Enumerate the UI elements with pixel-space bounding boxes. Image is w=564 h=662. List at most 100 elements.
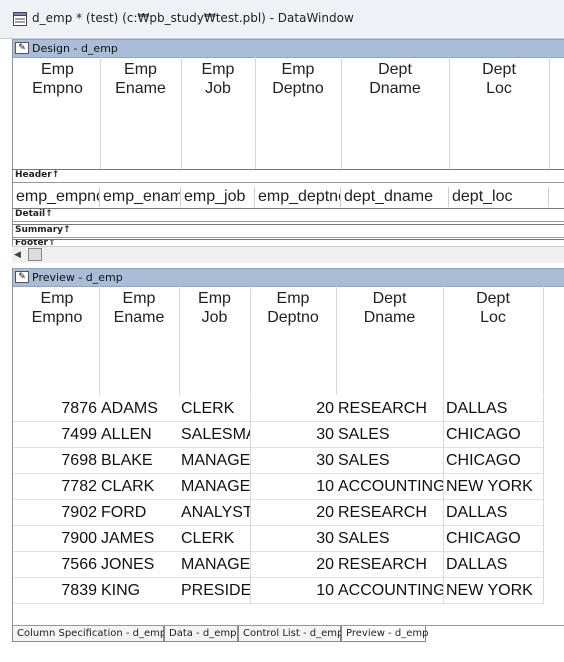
design-header-emp-empno[interactable]: Emp Empno — [15, 60, 100, 98]
detail-column-emp-empno[interactable]: emp_empno — [13, 187, 100, 207]
cell-dname[interactable]: RESEARCH — [337, 552, 443, 577]
cell-dname[interactable]: SALES — [337, 422, 443, 447]
cell-deptno[interactable]: 30 — [251, 422, 336, 447]
table-row[interactable]: 7566JONESMANAGER20RESEARCHDALLAS — [13, 552, 543, 578]
cell-job[interactable]: CLERK — [180, 526, 250, 551]
design-header-emp-deptno[interactable]: Emp Deptno — [255, 60, 341, 98]
cell-job[interactable]: MANAGER — [180, 552, 250, 577]
table-row[interactable]: 7499ALLENSALESMAN30SALESCHICAGO — [13, 422, 543, 448]
table-row[interactable]: 7876 ADAMS CLERK 20 RESEARCH DALLAS — [13, 396, 543, 422]
cell-deptno[interactable]: 20 — [251, 552, 336, 577]
cell-dname[interactable]: ACCOUNTING — [337, 474, 443, 499]
summary-band-label: Summary↑ — [15, 225, 71, 235]
cell-ename[interactable]: ADAMS — [100, 396, 179, 421]
cell-dname[interactable]: RESEARCH — [337, 500, 443, 525]
tab-preview[interactable]: Preview - d_emp — [341, 626, 428, 642]
table-row[interactable]: 7839KINGPRESIDENT10ACCOUNTINGNEW YORK — [13, 578, 543, 604]
detail-column-emp-ename[interactable]: emp_ename — [100, 187, 181, 207]
cell-empno[interactable]: 7782 — [13, 474, 99, 499]
table-row[interactable]: 7902 FORD ANALYST 20 RESEARCH DALLAS — [13, 500, 543, 526]
datawindow-icon — [13, 12, 27, 26]
header-band-label: Header↑ — [15, 170, 60, 180]
datawindow-panel-icon: ✎ — [15, 42, 29, 54]
cell-ename[interactable]: CLARK — [100, 474, 179, 499]
cell-empno[interactable]: 7566 — [13, 552, 99, 577]
cell-job[interactable]: CLERK — [180, 396, 250, 421]
cell-job[interactable]: MANAGER — [180, 474, 250, 499]
design-header-emp-job[interactable]: Emp Job — [181, 60, 255, 98]
column-divider — [100, 57, 101, 169]
cell-ename[interactable]: JONES — [100, 552, 179, 577]
scroll-left-arrow-icon[interactable]: ◀ — [14, 250, 21, 260]
cell-job[interactable]: SALESMAN — [180, 422, 250, 447]
column-divider — [250, 396, 251, 604]
column-divider — [341, 57, 342, 169]
cell-dname[interactable]: RESEARCH — [337, 396, 443, 421]
cell-ename[interactable]: BLAKE — [100, 448, 179, 473]
cell-loc[interactable]: NEW YORK — [444, 578, 543, 603]
preview-header-emp-job: Emp Job — [198, 290, 231, 326]
cell-job[interactable]: ANALYST — [180, 500, 250, 525]
cell-dname[interactable]: ACCOUNTING — [337, 578, 443, 603]
cell-ename[interactable]: KING — [100, 578, 179, 603]
column-divider — [336, 286, 337, 395]
summary-band-bar[interactable]: Summary↑ — [13, 224, 564, 238]
window-title: d_emp * (test) (c:₩pb_study₩test.pbl) - … — [32, 11, 354, 25]
cell-loc[interactable]: CHICAGO — [444, 526, 543, 551]
column-divider — [99, 286, 100, 395]
detail-column-emp-deptno[interactable]: emp_deptno — [255, 187, 341, 207]
cell-loc[interactable]: CHICAGO — [444, 448, 543, 473]
tab-control-list[interactable]: Control List - d_emp — [238, 626, 343, 642]
table-row[interactable]: 7698BLAKEMANAGER30SALESCHICAGO — [13, 448, 543, 474]
cell-deptno[interactable]: 30 — [251, 526, 336, 551]
cell-empno[interactable]: 7902 — [13, 500, 99, 525]
cell-loc[interactable]: DALLAS — [444, 552, 543, 577]
design-header-dept-dname[interactable]: Dept Dname — [341, 60, 449, 98]
cell-empno[interactable]: 7900 — [13, 526, 99, 551]
cell-deptno[interactable]: 30 — [251, 448, 336, 473]
design-header-dept-loc[interactable]: Dept Loc — [449, 60, 549, 98]
preview-header-emp-deptno: Emp Deptno — [267, 290, 319, 326]
preview-header-dept-dname: Dept Dname — [363, 290, 416, 326]
cell-empno[interactable]: 7876 — [13, 396, 99, 421]
cell-loc[interactable]: NEW YORK — [444, 474, 543, 499]
cell-empno[interactable]: 7698 — [13, 448, 99, 473]
detail-band-bar[interactable]: Detail↑ — [13, 208, 564, 222]
tab-column-specification[interactable]: Column Specification - d_emp — [12, 626, 166, 642]
design-panel[interactable]: ✎ Design - d_emp Emp Empno Emp Ename Emp Jo… — [12, 39, 564, 248]
cell-deptno[interactable]: 10 — [251, 474, 336, 499]
table-row[interactable]: 7900 JAMES CLERK 30 SALES CHICAGO — [13, 526, 543, 552]
cell-dname[interactable]: SALES — [337, 526, 443, 551]
detail-column-dept-dname[interactable]: dept_dname — [341, 187, 449, 207]
column-divider — [179, 286, 180, 395]
cell-empno[interactable]: 7839 — [13, 578, 99, 603]
column-divider — [543, 396, 544, 604]
preview-header-emp-empno: Emp Empno — [31, 290, 83, 326]
detail-column-dept-loc[interactable]: dept_loc — [449, 187, 549, 207]
detail-column-emp-job[interactable]: emp_job — [181, 187, 255, 207]
cell-job[interactable]: MANAGER — [180, 448, 250, 473]
cell-loc[interactable]: DALLAS — [444, 500, 543, 525]
scrollbar-thumb[interactable] — [28, 248, 42, 261]
tab-data[interactable]: Data - d_emp — [164, 626, 238, 642]
cell-deptno[interactable]: 20 — [251, 500, 336, 525]
header-band-bar[interactable]: Header↑ — [13, 169, 564, 183]
cell-ename[interactable]: FORD — [100, 500, 179, 525]
cell-job[interactable]: PRESIDENT — [180, 578, 250, 603]
detail-band-area[interactable]: emp_empno emp_ename emp_job emp_deptno d… — [13, 182, 553, 210]
design-panel-header: ✎ Design - d_emp — [13, 39, 564, 58]
column-divider — [449, 57, 450, 169]
preview-panel[interactable]: ✎ Preview - d_emp Emp Empno Emp Ename Emp J… — [12, 268, 564, 625]
cell-empno[interactable]: 7499 — [13, 422, 99, 447]
design-header-emp-ename[interactable]: Emp Ename — [100, 60, 181, 98]
cell-ename[interactable]: JAMES — [100, 526, 179, 551]
cell-dname[interactable]: SALES — [337, 448, 443, 473]
design-horizontal-scrollbar[interactable]: ◀ — [12, 246, 564, 263]
cell-deptno[interactable]: 10 — [251, 578, 336, 603]
cell-loc[interactable]: CHICAGO — [444, 422, 543, 447]
column-divider — [549, 57, 550, 169]
table-row[interactable]: 7782CLARKMANAGER10ACCOUNTINGNEW YORK — [13, 474, 543, 500]
cell-ename[interactable]: ALLEN — [100, 422, 179, 447]
cell-deptno[interactable]: 20 — [251, 396, 336, 421]
cell-loc[interactable]: DALLAS — [444, 396, 543, 421]
